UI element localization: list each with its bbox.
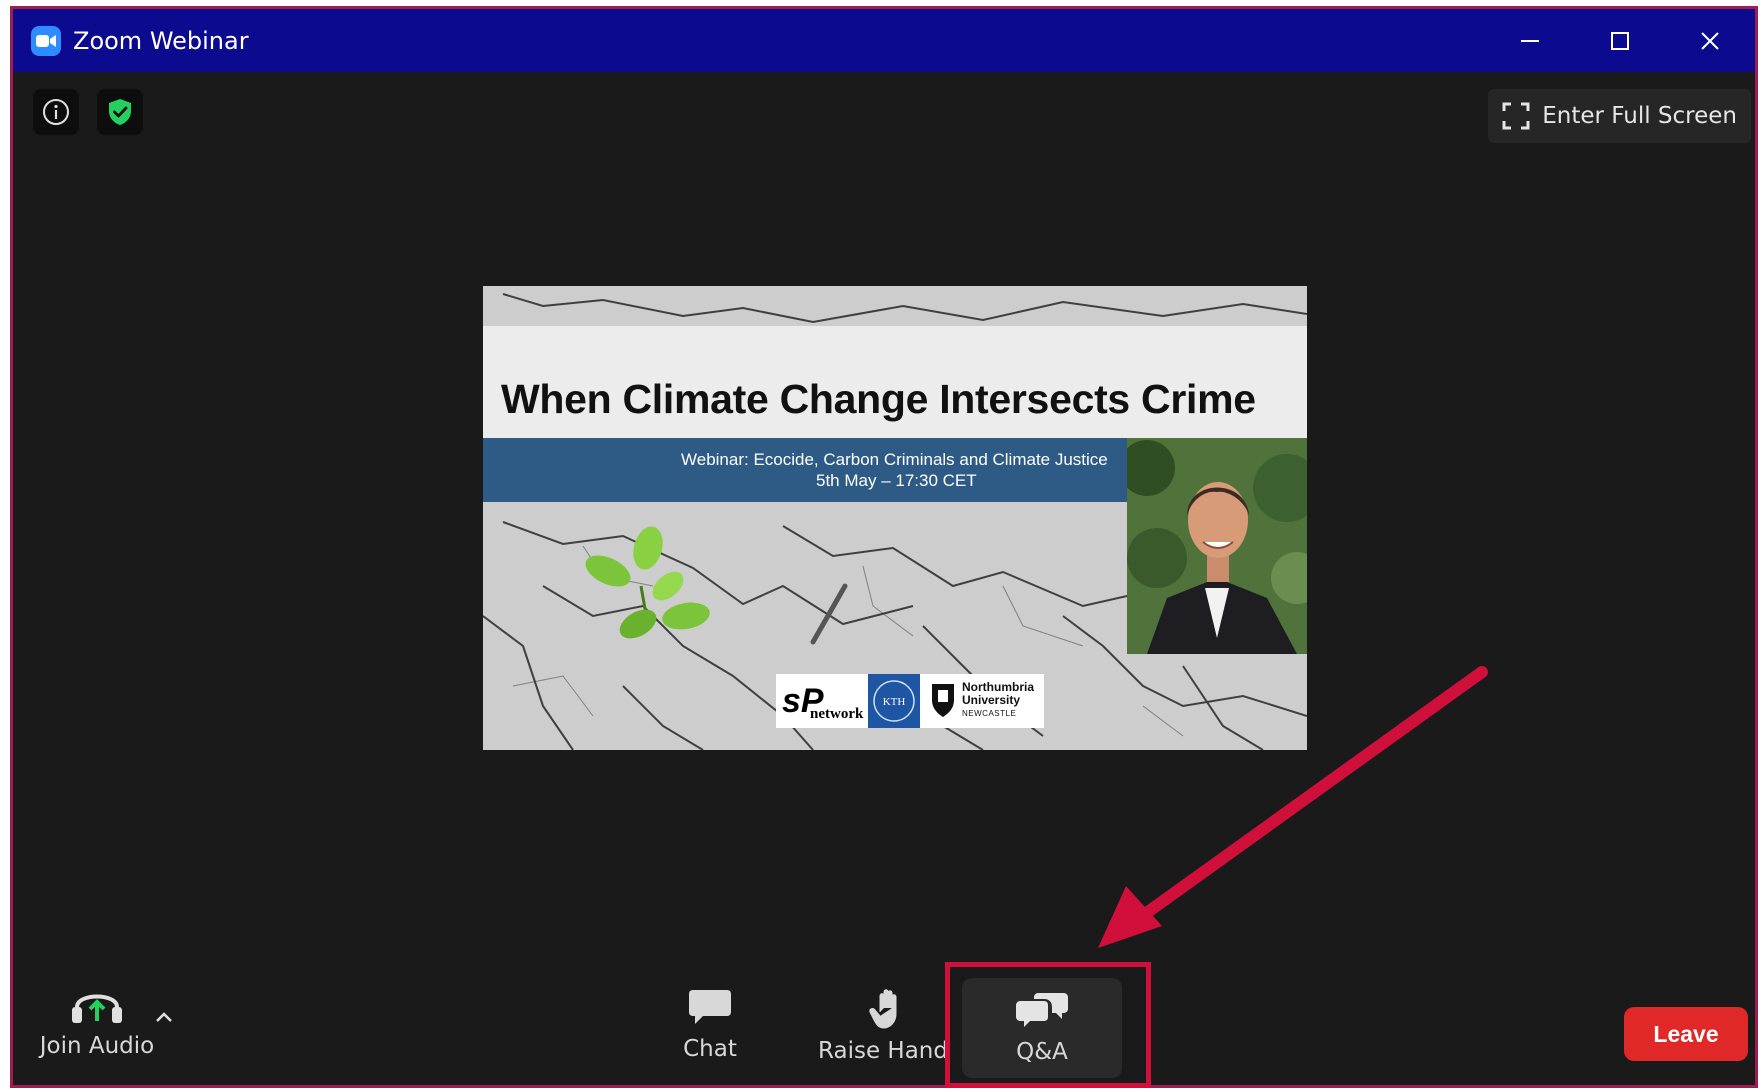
speaker-photo xyxy=(1127,438,1307,654)
fullscreen-label: Enter Full Screen xyxy=(1542,103,1737,129)
title-bar: Zoom Webinar xyxy=(13,9,1755,72)
shared-screen-slide: When Climate Change Intersects Crime Web… xyxy=(483,286,1307,750)
raise-hand-button[interactable]: Raise Hand xyxy=(808,988,958,1064)
qa-bubbles-icon xyxy=(1016,993,1068,1027)
meeting-info-button[interactable] xyxy=(33,89,79,135)
audio-options-caret[interactable] xyxy=(151,1004,177,1030)
raise-hand-label: Raise Hand xyxy=(818,1038,948,1064)
northumbria-crest-icon xyxy=(932,684,954,717)
slide-subtitle-band xyxy=(483,438,1127,502)
svg-text:KTH: KTH xyxy=(883,696,906,708)
info-icon xyxy=(43,99,69,125)
chat-bubble-icon xyxy=(689,990,731,1024)
sp-network-logo-suffix: network xyxy=(810,706,864,722)
headphones-icon xyxy=(72,994,122,1023)
chat-button[interactable]: Chat xyxy=(665,988,755,1062)
partner-logos: sP network KTH Northumbria University NE… xyxy=(776,674,1044,728)
qa-label: Q&A xyxy=(1016,1039,1068,1065)
minimize-button[interactable] xyxy=(1485,9,1575,72)
leave-button[interactable]: Leave xyxy=(1624,1007,1748,1061)
close-icon xyxy=(1701,31,1719,50)
zoom-logo-icon xyxy=(31,25,61,56)
kth-logo: KTH xyxy=(868,674,920,728)
fullscreen-icon xyxy=(1502,102,1530,130)
enter-full-screen-button[interactable]: Enter Full Screen xyxy=(1488,89,1751,143)
shield-check-icon xyxy=(109,99,131,125)
northumbria-logo-text: Northumbria University xyxy=(962,680,1034,707)
close-button[interactable] xyxy=(1665,9,1755,72)
chat-label: Chat xyxy=(683,1036,737,1062)
qa-button[interactable]: Q&A xyxy=(962,978,1122,1078)
chevron-up-icon xyxy=(156,1012,172,1022)
slide-subtitle-line-1: Webinar: Ecocide, Carbon Criminals and C… xyxy=(681,450,1108,469)
slide-subtitle-line-2: 5th May – 17:30 CET xyxy=(816,471,977,490)
encryption-button[interactable] xyxy=(97,89,143,135)
minimize-icon xyxy=(1521,39,1539,42)
maximize-button[interactable] xyxy=(1575,9,1665,72)
join-audio-label: Join Audio xyxy=(39,1033,155,1059)
raise-hand-icon xyxy=(869,989,897,1029)
northumbria-logo-subtext: NEWCASTLE xyxy=(962,709,1017,718)
slide-title: When Climate Change Intersects Crime xyxy=(501,376,1256,422)
window-title: Zoom Webinar xyxy=(73,26,249,55)
maximize-icon xyxy=(1611,31,1629,50)
join-audio-button[interactable]: Join Audio xyxy=(22,985,172,1059)
